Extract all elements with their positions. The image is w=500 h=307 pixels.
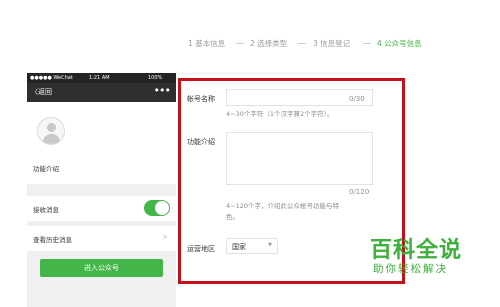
region-value: 国家 [232,243,246,251]
view-history-label: 查看历史消息 [33,236,72,244]
view-history-row[interactable]: 查看历史消息 > [27,226,176,251]
account-name-label: 帐号名称 [187,95,215,103]
chevron-right-icon: > [162,233,168,241]
more-icon[interactable]: ••• [154,84,171,97]
time-text: 1:21 AM [89,75,110,81]
region-select[interactable]: 国家 ▼ [226,238,278,254]
progress-steps: 1 基本信息 2 选择类型 3 信息登记 4 公众号信息 [188,38,488,50]
intro-label: 功能介绍 [187,138,215,146]
avatar-icon [37,117,65,145]
account-name-hint: 4~30个字符（1个汉字算2个字符）。 [226,110,334,118]
account-name-counter: 0/30 [349,95,365,103]
intro-textarea[interactable] [226,132,373,185]
phone-nav-bar: 〈返回 ••• [27,83,176,102]
step-basic-info: 1 基本信息 [188,39,226,48]
back-button[interactable]: 〈返回 [31,87,52,97]
intro-hint-line2: 色。 [226,213,239,221]
watermark: 百科全说 助你轻松解决 [370,232,490,280]
phone-preview: ●●●●● WeChat 1:21 AM 100% 〈返回 ••• 功能介绍 接… [27,73,176,307]
function-intro-label: 功能介绍 [33,165,59,173]
enter-account-button[interactable]: 进入公众号 [40,259,163,277]
watermark-slogan: 助你轻松解决 [373,263,448,275]
receive-messages-toggle[interactable] [144,200,170,216]
step-account-info: 4 公众号信息 [377,39,422,48]
status-bar: ●●●●● WeChat 1:21 AM 100% [27,73,176,83]
step-select-type: 2 选择类型 [250,39,288,48]
profile-card: 功能介绍 [27,102,176,184]
carrier-text: ●●●●● WeChat [30,75,73,81]
region-label: 运营地区 [187,245,215,253]
receive-messages-row: 接收消息 [27,196,176,221]
step-separator [363,43,371,44]
battery-text: 100% [148,75,163,81]
intro-hint-line1: 4~120个字，介绍此公众帐号功能与特 [226,202,339,210]
intro-counter: 0/120 [349,188,370,196]
step-separator [236,43,244,44]
step-info-register: 3 信息登记 [313,39,351,48]
watermark-logo: 百科全说 [370,238,463,263]
chevron-down-icon: ▼ [268,242,272,248]
receive-messages-label: 接收消息 [33,206,59,214]
step-separator [298,43,306,44]
